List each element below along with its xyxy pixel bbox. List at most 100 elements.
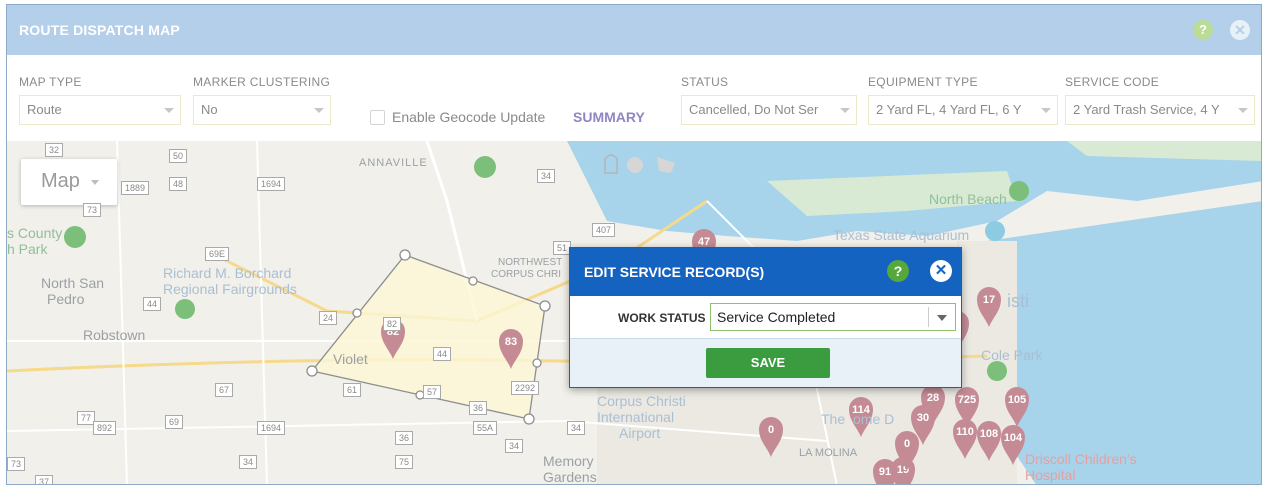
- road-shield: 57: [423, 385, 442, 399]
- road-shield: 1694: [257, 177, 286, 191]
- dialog-header: EDIT SERVICE RECORD(S) ? ✕: [570, 248, 961, 296]
- map-type-value: Route: [27, 102, 62, 117]
- map-type-label: MAP TYPE: [19, 75, 82, 89]
- chevron-down-icon: [314, 108, 324, 113]
- marker-clustering-value: No: [201, 102, 218, 117]
- place-label: Gardens: [543, 469, 597, 485]
- chevron-down-icon: [1238, 108, 1248, 113]
- work-status-value: Service Completed: [717, 309, 836, 325]
- window-title: ROUTE DISPATCH MAP: [19, 22, 180, 38]
- road-shield: 37: [35, 475, 54, 484]
- place-label: North San: [41, 275, 105, 291]
- marker-label: 0: [904, 438, 910, 450]
- marker-label: 17: [983, 294, 995, 306]
- equipment-type-select[interactable]: 2 Yard FL, 4 Yard FL, 6 Y: [868, 95, 1058, 125]
- service-code-select[interactable]: 2 Yard Trash Service, 4 Y: [1065, 95, 1255, 125]
- place-label: h Park: [7, 241, 48, 257]
- marker-clustering-label: MARKER CLUSTERING: [193, 75, 331, 89]
- close-icon[interactable]: ✕: [930, 260, 952, 282]
- select-divider: [928, 307, 929, 327]
- road-shield: 34: [239, 455, 258, 469]
- map-type-control[interactable]: Map: [21, 159, 117, 205]
- road-shield: 36: [395, 431, 414, 445]
- road-shield: 32: [45, 143, 64, 157]
- help-icon[interactable]: ?: [1193, 20, 1213, 40]
- marker-label: 91: [879, 466, 891, 478]
- summary-link[interactable]: SUMMARY: [573, 109, 645, 125]
- equipment-type-value: 2 Yard FL, 4 Yard FL, 6 Y: [876, 102, 1022, 117]
- chevron-down-icon: [840, 108, 850, 113]
- map-type-control-label: Map: [41, 170, 80, 192]
- road-shield: 82: [383, 317, 402, 331]
- geocode-update-checkbox[interactable]: [370, 110, 385, 125]
- road-shield: 48: [169, 177, 188, 191]
- status-value: Cancelled, Do Not Ser: [689, 102, 819, 117]
- marker-label: 725: [958, 394, 976, 406]
- road-shield: 892: [93, 421, 117, 435]
- place-label: Hospital: [1025, 467, 1076, 483]
- geocode-update-label: Enable Geocode Update: [392, 109, 546, 125]
- place-label: NORTHWEST: [498, 257, 563, 268]
- road-shield: 73: [7, 457, 26, 471]
- map-type-select[interactable]: Route: [19, 95, 181, 125]
- place-label: Cole Park: [981, 347, 1043, 363]
- filter-bar: MAP TYPE Route MARKER CLUSTERING No Enab…: [7, 55, 1261, 141]
- road-shield: 44: [143, 297, 162, 311]
- place-label: North Beach: [929, 191, 1007, 207]
- road-shield: 34: [537, 169, 556, 183]
- service-code-value: 2 Yard Trash Service, 4 Y: [1073, 102, 1220, 117]
- place-label: The: [821, 411, 846, 427]
- marker-label: 83: [505, 336, 517, 348]
- place-label: ome D: [853, 411, 895, 427]
- marker-clustering-select[interactable]: No: [193, 95, 331, 125]
- status-select[interactable]: Cancelled, Do Not Ser: [681, 95, 857, 125]
- marker-label: 28: [927, 392, 939, 404]
- dialog-title: EDIT SERVICE RECORD(S): [584, 264, 765, 280]
- work-status-select[interactable]: Service Completed: [710, 303, 956, 331]
- place-label: ANNAVILLE: [359, 157, 428, 169]
- place-label: LA MOLINA: [799, 447, 858, 459]
- place-label: Richard M. Borchard: [163, 265, 292, 281]
- close-icon[interactable]: ✕: [1230, 20, 1250, 40]
- save-button[interactable]: SAVE: [706, 348, 830, 378]
- chevron-down-icon: [164, 108, 174, 113]
- title-bar: ROUTE DISPATCH MAP ? ✕: [7, 5, 1261, 55]
- place-label: Memory: [543, 453, 594, 469]
- road-shield: 67: [215, 383, 234, 397]
- route-dispatch-window: ROUTE DISPATCH MAP ? ✕ MAP TYPE Route MA…: [6, 4, 1262, 485]
- road-shield: 69E: [205, 247, 230, 261]
- marker-label: 105: [1008, 394, 1026, 406]
- place-label: Regional Fairgrounds: [163, 281, 297, 297]
- place-label: Pedro: [47, 291, 85, 307]
- road-shield: 75: [395, 455, 414, 469]
- marker-label: 30: [917, 412, 929, 424]
- road-shield: 1694: [257, 421, 286, 435]
- road-shield: 36: [469, 401, 488, 415]
- road-shield: 24: [319, 311, 338, 325]
- place-label: Driscoll Children's: [1025, 451, 1137, 467]
- road-shield: 1889: [121, 181, 150, 195]
- place-label: CORPUS CHRI: [491, 269, 562, 280]
- edit-service-record-dialog: EDIT SERVICE RECORD(S) ? ✕ WORK STATUS S…: [569, 247, 962, 388]
- road-shield: 44: [433, 347, 452, 361]
- place-label: International: [597, 409, 675, 425]
- road-shield: 73: [83, 203, 102, 217]
- marker-label: 108: [980, 428, 998, 440]
- road-shield: 55A: [473, 421, 498, 435]
- work-status-row: WORK STATUS Service Completed: [570, 296, 961, 339]
- road-shield: 61: [343, 383, 362, 397]
- status-label: STATUS: [681, 75, 729, 89]
- road-shield: 69: [165, 415, 184, 429]
- service-code-label: SERVICE CODE: [1065, 75, 1160, 89]
- road-shield: 34: [505, 439, 524, 453]
- place-label: Corpus Christi: [597, 393, 686, 409]
- marker-label: 110: [956, 426, 974, 438]
- road-shield: 34: [567, 421, 586, 435]
- road-shield: 2292: [511, 381, 540, 395]
- marker-label: 0: [768, 424, 774, 436]
- work-status-label: WORK STATUS: [618, 311, 706, 325]
- equipment-type-label: EQUIPMENT TYPE: [868, 75, 978, 89]
- chevron-down-icon: [91, 180, 99, 185]
- help-icon[interactable]: ?: [887, 260, 909, 282]
- place-label: s County: [7, 225, 63, 241]
